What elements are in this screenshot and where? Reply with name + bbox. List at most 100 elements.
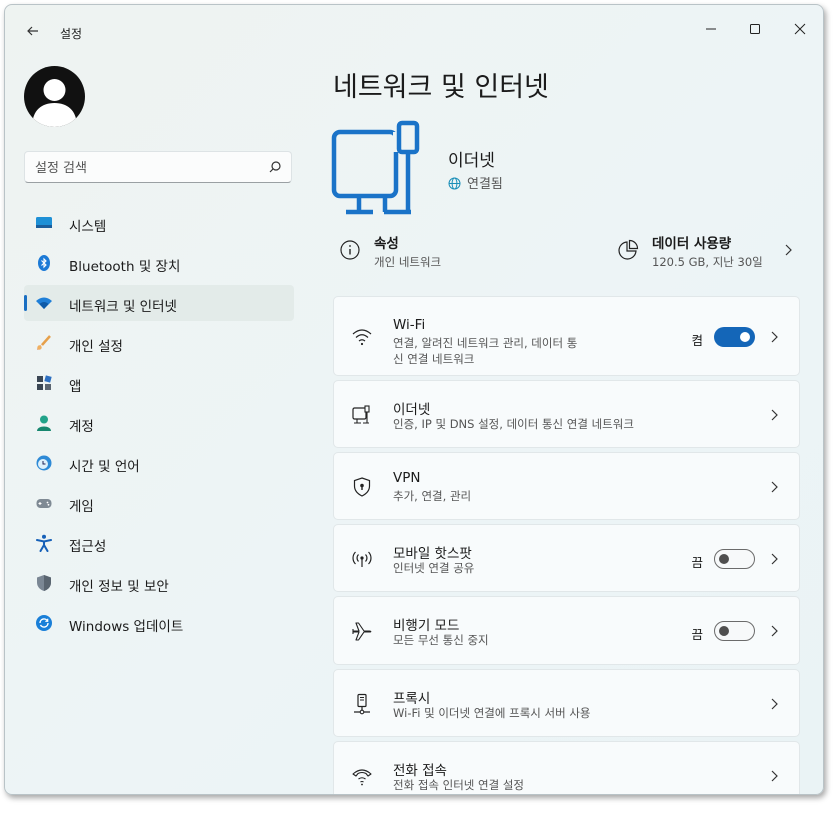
- sidebar-item-label: 시스템: [69, 219, 107, 235]
- hotspot-icon: [352, 551, 372, 567]
- sidebar-item-label: 계정: [69, 419, 94, 435]
- update-icon: [36, 615, 52, 631]
- maximize-icon: [750, 24, 760, 34]
- airplane-mode-toggle[interactable]: [714, 621, 755, 641]
- maximize-button[interactable]: [743, 17, 767, 41]
- shield-icon: [37, 575, 51, 591]
- sidebar-item-accounts[interactable]: 계정: [24, 405, 294, 441]
- sidebar-item-time-language[interactable]: 시간 및 언어: [24, 445, 294, 481]
- airplane-mode-card[interactable]: 비행기 모드 모든 무선 통신 중지 끔: [333, 596, 800, 665]
- chevron-right-icon: [771, 331, 778, 343]
- sidebar-item-network[interactable]: 네트워크 및 인터넷: [24, 285, 294, 321]
- network-settings-list: Wi-Fi 연결, 알려진 네트워크 관리, 데이터 통신 연결 네트워크 켬 …: [333, 296, 800, 794]
- sidebar-item-privacy[interactable]: 개인 정보 및 보안: [24, 565, 294, 601]
- sidebar-item-label: 게임: [69, 499, 94, 515]
- back-button[interactable]: [23, 21, 43, 41]
- sidebar-item-label: 개인 설정: [69, 339, 123, 355]
- chevron-right-icon: [771, 409, 778, 421]
- sidebar-item-label: Windows 업데이트: [69, 619, 184, 635]
- properties-title: 속성: [374, 236, 399, 252]
- minimize-icon: [706, 28, 716, 30]
- minimize-button[interactable]: [699, 17, 723, 41]
- card-subtitle: Wi-Fi 및 이더넷 연결에 프록시 서버 사용: [393, 706, 591, 720]
- sidebar-item-label: Bluetooth 및 장치: [69, 259, 181, 275]
- chevron-right-icon: [785, 244, 792, 256]
- card-subtitle: 인증, IP 및 DNS 설정, 데이터 통신 연결 네트워크: [393, 417, 634, 431]
- airplane-icon: [352, 622, 372, 641]
- sidebar-item-label: 앱: [69, 379, 82, 395]
- close-button[interactable]: [788, 17, 812, 41]
- chevron-right-icon: [771, 770, 778, 782]
- connection-status: 연결됨: [448, 173, 503, 192]
- user-silhouette-icon: [32, 79, 77, 127]
- sidebar-item-label: 접근성: [69, 539, 107, 555]
- vpn-shield-icon: [353, 477, 371, 497]
- bluetooth-icon: [38, 255, 50, 271]
- properties-subtitle: 개인 네트워크: [374, 255, 442, 269]
- card-subtitle: 전화 접속 인터넷 연결 설정: [393, 778, 525, 792]
- chevron-right-icon: [771, 553, 778, 565]
- app-title: 설정: [60, 27, 83, 41]
- sidebar-item-system[interactable]: 시스템: [24, 205, 294, 241]
- chevron-right-icon: [771, 625, 778, 637]
- card-title: Wi-Fi: [393, 317, 426, 333]
- properties-link[interactable]: 속성 개인 네트워크: [333, 227, 533, 277]
- data-usage-link[interactable]: 데이터 사용량 120.5 GB, 지난 30일: [611, 227, 799, 277]
- sidebar-item-personalization[interactable]: 개인 설정: [24, 325, 294, 361]
- ethernet-card[interactable]: 이더넷 인증, IP 및 DNS 설정, 데이터 통신 연결 네트워크: [333, 380, 800, 448]
- toggle-state-label: 켬: [691, 333, 703, 348]
- accessibility-icon: [36, 534, 52, 552]
- mobile-hotspot-card[interactable]: 모바일 핫스팟 인터넷 연결 공유 끔: [333, 524, 800, 592]
- person-icon: [37, 415, 51, 431]
- proxy-icon: [354, 693, 370, 715]
- card-title: 프록시: [393, 691, 431, 707]
- card-title: 전화 접속: [393, 763, 447, 779]
- sidebar-nav: 시스템 Bluetooth 및 장치 네트워크 및 인터넷 개인 설정 앱 계정…: [24, 205, 294, 645]
- settings-search[interactable]: [24, 151, 292, 183]
- ethernet-monitor-icon: [331, 120, 423, 215]
- chevron-right-icon: [771, 481, 778, 493]
- pie-chart-icon: [618, 239, 639, 260]
- card-title: 이더넷: [393, 402, 431, 418]
- data-usage-subtitle: 120.5 GB, 지난 30일: [652, 255, 763, 269]
- globe-clock-icon: [36, 455, 52, 471]
- mobile-hotspot-toggle[interactable]: [714, 549, 755, 569]
- wifi-toggle[interactable]: [714, 327, 755, 347]
- search-input[interactable]: [35, 158, 255, 178]
- vpn-card[interactable]: VPN 추가, 연결, 관리: [333, 452, 800, 520]
- info-icon: [340, 240, 360, 260]
- proxy-card[interactable]: 프록시 Wi-Fi 및 이더넷 연결에 프록시 서버 사용: [333, 669, 800, 737]
- sidebar-item-label: 네트워크 및 인터넷: [69, 299, 177, 315]
- property-row: 속성 개인 네트워크 데이터 사용량 120.5 GB, 지난 30일: [333, 227, 799, 277]
- dialup-icon: [352, 769, 372, 786]
- card-title: 모바일 핫스팟: [393, 546, 472, 562]
- search-icon[interactable]: [268, 160, 282, 174]
- card-title: 비행기 모드: [393, 618, 460, 634]
- card-subtitle: 모든 무선 통신 중지: [393, 633, 489, 647]
- sidebar-item-label: 시간 및 언어: [69, 459, 140, 475]
- card-subtitle: 추가, 연결, 관리: [393, 489, 472, 503]
- close-icon: [794, 23, 806, 35]
- sidebar-item-accessibility[interactable]: 접근성: [24, 525, 294, 561]
- wifi-icon: [36, 297, 52, 309]
- data-usage-title: 데이터 사용량: [652, 236, 732, 252]
- card-subtitle: 연결, 알려진 네트워크 관리, 데이터 통신 연결 네트워크: [393, 336, 578, 366]
- card-title: VPN: [393, 470, 421, 486]
- back-arrow-icon: [27, 26, 38, 36]
- connection-name: 이더넷: [448, 151, 495, 171]
- sidebar-item-bluetooth[interactable]: Bluetooth 및 장치: [24, 245, 294, 281]
- sidebar-item-apps[interactable]: 앱: [24, 365, 294, 401]
- card-subtitle: 인터넷 연결 공유: [393, 561, 475, 575]
- wifi-icon: [352, 329, 372, 346]
- connection-status-text: 연결됨: [467, 177, 503, 192]
- wifi-card[interactable]: Wi-Fi 연결, 알려진 네트워크 관리, 데이터 통신 연결 네트워크 켬: [333, 296, 800, 376]
- dialup-card[interactable]: 전화 접속 전화 접속 인터넷 연결 설정: [333, 741, 800, 794]
- settings-window: 설정 시스템: [4, 4, 824, 795]
- avatar[interactable]: [24, 66, 85, 127]
- apps-icon: [37, 375, 52, 390]
- brush-icon: [37, 335, 51, 350]
- sidebar-item-gaming[interactable]: 게임: [24, 485, 294, 521]
- page-title: 네트워크 및 인터넷: [333, 72, 549, 103]
- sidebar-item-windows-update[interactable]: Windows 업데이트: [24, 605, 294, 641]
- chevron-right-icon: [771, 698, 778, 710]
